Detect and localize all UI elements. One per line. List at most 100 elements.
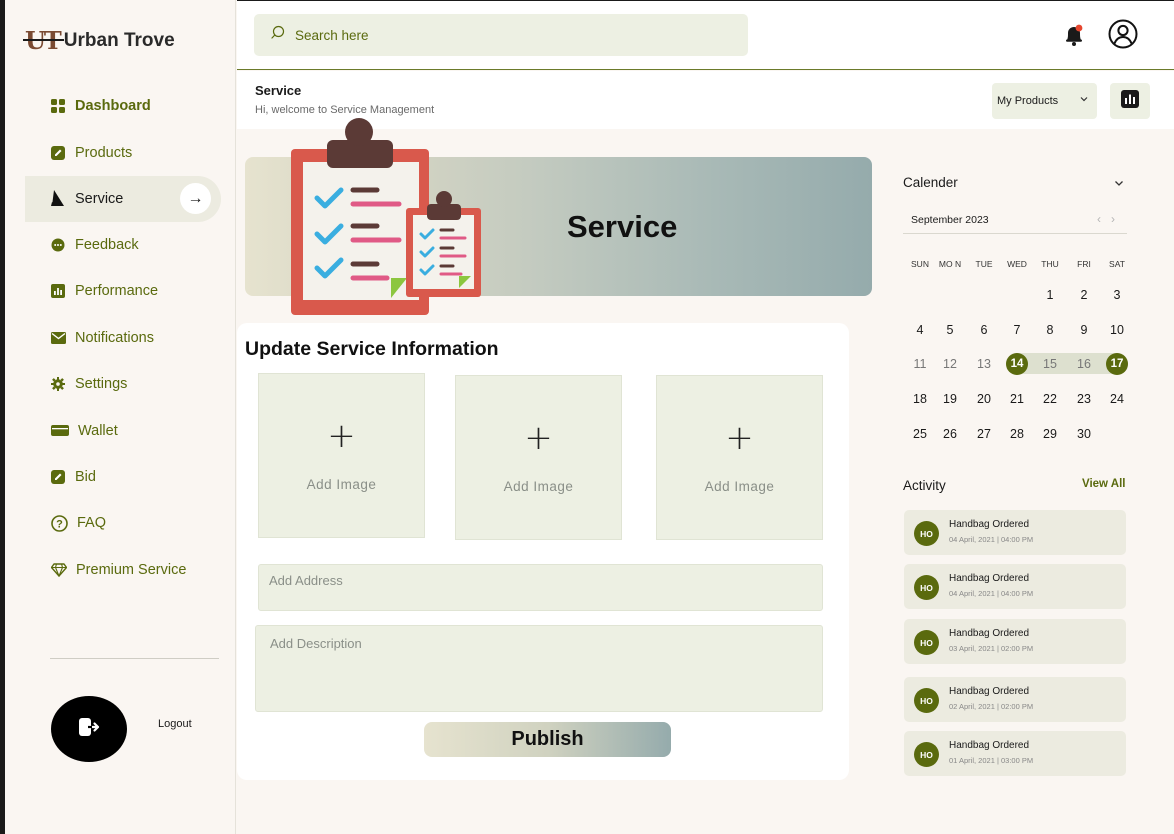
calendar-day-selected[interactable]: 17 <box>1106 353 1128 375</box>
calendar-day[interactable]: 9 <box>1067 323 1101 337</box>
weekday-label: SAT <box>1109 259 1125 269</box>
search-icon <box>271 25 286 45</box>
sidebar-item-notifications[interactable]: Notifications <box>25 315 221 361</box>
activity-date: 04 April, 2021 | 04:00 PM <box>949 589 1034 598</box>
calendar-day[interactable]: 30 <box>1067 427 1101 441</box>
user-avatar-icon[interactable] <box>1108 19 1138 49</box>
chevron-down-icon[interactable] <box>1113 176 1125 194</box>
activity-name: Handbag Ordered <box>949 519 1030 530</box>
sidebar-item-performance[interactable]: Performance <box>25 268 221 314</box>
weekday-label: MO N <box>938 259 962 269</box>
calendar-day[interactable]: 3 <box>1100 288 1134 302</box>
update-service-form: Update Service Information + Add Image +… <box>237 323 849 780</box>
activity-date: 04 April, 2021 | 04:00 PM <box>949 535 1034 544</box>
diamond-icon <box>50 562 67 578</box>
calendar-header[interactable]: Calender <box>903 174 1125 192</box>
window-edge <box>0 0 5 834</box>
calendar-day-selected[interactable]: 14 <box>1006 353 1028 375</box>
chat-icon <box>50 237 66 253</box>
next-month-icon[interactable]: › <box>1111 212 1125 226</box>
sidebar-item-settings[interactable]: Settings <box>25 361 221 407</box>
calendar-day[interactable]: 27 <box>967 427 1001 441</box>
calendar-day[interactable]: 19 <box>933 392 967 406</box>
calendar-day[interactable]: 13 <box>967 357 1001 371</box>
activity-item[interactable]: HO Handbag Ordered 01 April, 2021 | 03:0… <box>904 731 1126 776</box>
calendar-day[interactable]: 5 <box>933 323 967 337</box>
calendar-day[interactable]: 26 <box>933 427 967 441</box>
sidebar-item-feedback[interactable]: Feedback <box>25 222 221 268</box>
banner-title: Service <box>567 209 678 244</box>
notification-bell-icon[interactable] <box>1063 23 1085 47</box>
calendar-day[interactable]: 22 <box>1033 392 1067 406</box>
brand-logo[interactable]: UT Urban Trove <box>23 26 175 55</box>
sidebar-item-wallet[interactable]: Wallet <box>25 407 221 453</box>
activity-avatar: HO <box>914 521 939 546</box>
sidebar-item-label: Service <box>75 190 124 207</box>
sidebar-item-service[interactable]: Service → <box>25 175 221 222</box>
calendar-day[interactable]: 20 <box>967 392 1001 406</box>
brand-name: Urban Trove <box>63 29 175 51</box>
calendar-day[interactable]: 11 <box>903 357 937 371</box>
calendar-day[interactable]: 25 <box>903 427 937 441</box>
sidebar-item-dashboard[interactable]: Dashboard <box>25 83 221 129</box>
top-bar: Search here <box>237 0 1174 70</box>
calendar-day[interactable]: 7 <box>1000 323 1034 337</box>
activity-avatar: HO <box>914 688 939 713</box>
sidebar-divider <box>50 658 219 659</box>
add-image-slot[interactable]: + Add Image <box>656 375 823 540</box>
calendar-month-row: September 2023 ‹› <box>903 210 1127 234</box>
add-image-label: Add Image <box>704 479 775 494</box>
calendar-day[interactable]: 23 <box>1067 392 1101 406</box>
calendar-day[interactable]: 24 <box>1100 392 1134 406</box>
calendar-day[interactable]: 28 <box>1000 427 1034 441</box>
month-nav: ‹› <box>1097 212 1125 226</box>
calendar-day[interactable]: 16 <box>1067 357 1101 371</box>
activity-item[interactable]: HO Handbag Ordered 04 April, 2021 | 04:0… <box>904 564 1126 609</box>
search-input[interactable]: Search here <box>254 14 748 56</box>
logout-label[interactable]: Logout <box>158 718 192 730</box>
calendar-day[interactable]: 10 <box>1100 323 1134 337</box>
view-all-link[interactable]: View All <box>1082 478 1125 490</box>
page-subtitle: Hi, welcome to Service Management <box>255 104 435 116</box>
activity-name: Handbag Ordered <box>949 740 1030 751</box>
calendar-day[interactable]: 12 <box>933 357 967 371</box>
calendar-day[interactable]: 4 <box>903 323 937 337</box>
sidebar-item-label: Products <box>75 144 133 161</box>
calendar-day[interactable]: 18 <box>903 392 937 406</box>
activity-avatar: HO <box>914 575 939 600</box>
sidebar-item-faq[interactable]: ? FAQ <box>25 500 221 546</box>
sidebar-nav: Dashboard Products Service → Feedback Pe… <box>25 83 221 593</box>
address-field[interactable]: Add Address <box>258 564 823 611</box>
logout-button[interactable] <box>51 696 127 762</box>
add-image-slot[interactable]: + Add Image <box>258 373 425 538</box>
sidebar-item-label: Settings <box>75 376 128 393</box>
calendar-day[interactable]: 8 <box>1033 323 1067 337</box>
sidebar-item-bid[interactable]: Bid <box>25 454 221 500</box>
plus-icon: + <box>524 418 553 458</box>
activity-title: Activity <box>903 478 946 493</box>
calendar-day[interactable]: 6 <box>967 323 1001 337</box>
description-field[interactable]: Add Description <box>255 625 823 712</box>
sidebar-item-premium-service[interactable]: Premium Service <box>25 547 221 593</box>
sidebar-item-label: Dashboard <box>75 98 151 115</box>
bar-chart-icon <box>50 283 66 299</box>
products-dropdown[interactable]: My Products <box>992 83 1097 119</box>
prev-month-icon[interactable]: ‹ <box>1097 212 1111 226</box>
question-icon: ? <box>50 514 68 532</box>
calendar-day[interactable]: 29 <box>1033 427 1067 441</box>
calendar-day[interactable]: 1 <box>1033 288 1067 302</box>
publish-button[interactable]: Publish <box>424 722 671 757</box>
activity-item[interactable]: HO Handbag Ordered 04 April, 2021 | 04:0… <box>904 510 1126 555</box>
chevron-down-icon <box>1079 94 1089 107</box>
activity-item[interactable]: HO Handbag Ordered 02 April, 2021 | 02:0… <box>904 677 1126 722</box>
calendar-day[interactable]: 2 <box>1067 288 1101 302</box>
analytics-button[interactable] <box>1110 83 1150 119</box>
calendar-day[interactable]: 21 <box>1000 392 1034 406</box>
activity-item[interactable]: HO Handbag Ordered 03 April, 2021 | 02:0… <box>904 619 1126 664</box>
activity-name: Handbag Ordered <box>949 573 1030 584</box>
arrow-right-icon[interactable]: → <box>180 183 211 215</box>
sidebar-item-products[interactable]: Products <box>25 129 221 175</box>
calendar-day[interactable]: 15 <box>1033 357 1067 371</box>
sail-icon <box>50 189 66 207</box>
add-image-slot[interactable]: + Add Image <box>455 375 622 540</box>
